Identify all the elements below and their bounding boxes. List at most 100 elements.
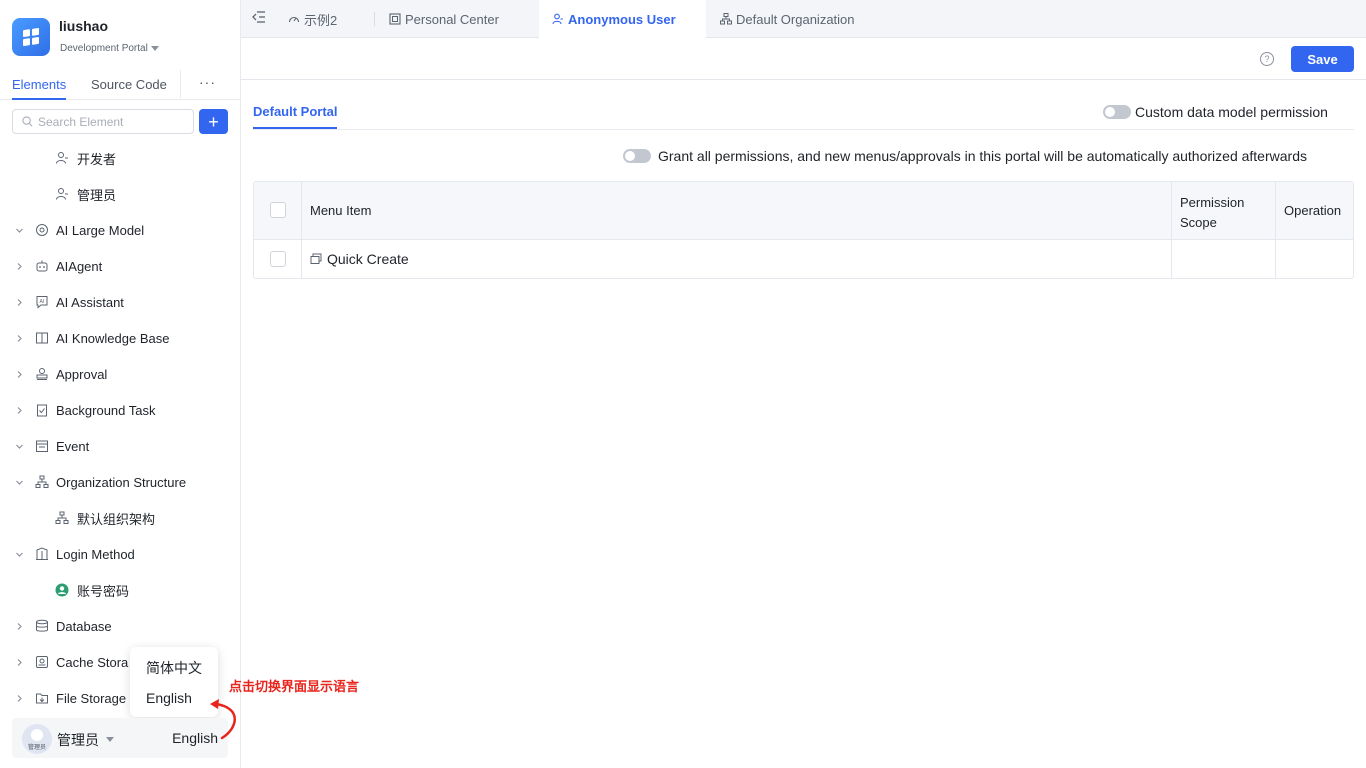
- chevron-down-icon[interactable]: [14, 225, 24, 235]
- user-circle-icon: [55, 583, 69, 597]
- tree-item-login-method[interactable]: Login Method: [0, 536, 240, 572]
- help-icon[interactable]: ?: [1260, 52, 1274, 66]
- robot-icon: [35, 259, 49, 273]
- tree-item-aiagent[interactable]: AIAgent: [0, 248, 240, 284]
- layout-icon: [389, 13, 401, 25]
- tab-default-organization[interactable]: Default Organization: [720, 0, 855, 38]
- column-divider: [301, 182, 302, 278]
- table-row-menu-item[interactable]: Quick Create: [310, 251, 409, 267]
- header-permission-scope: Permission Scope: [1180, 195, 1245, 230]
- collapse-sidebar-icon[interactable]: [252, 11, 266, 23]
- select-all-checkbox[interactable]: [270, 202, 286, 218]
- custom-data-model-permission-label: Custom data model permission: [1135, 104, 1328, 120]
- chevron-right-icon[interactable]: [14, 297, 24, 307]
- language-option-en[interactable]: English: [146, 690, 192, 706]
- tree-item-organization-structure[interactable]: Organization Structure: [0, 464, 240, 500]
- add-element-button[interactable]: +: [199, 109, 228, 134]
- tab-label: Default Organization: [736, 11, 855, 27]
- tab-label: Anonymous User: [568, 11, 676, 27]
- grant-all-permissions-label: Grant all permissions, and new menus/app…: [658, 148, 1307, 164]
- app-name: liushao: [59, 18, 109, 34]
- ai-model-icon: [35, 223, 49, 237]
- user-caret-down-icon[interactable]: [106, 737, 114, 742]
- avatar-caption: 管理员: [27, 745, 46, 751]
- save-button[interactable]: Save: [1291, 46, 1354, 72]
- chevron-right-icon[interactable]: [14, 657, 24, 667]
- avatar[interactable]: 管理员: [22, 724, 52, 754]
- tree-item-background-task[interactable]: Background Task: [0, 392, 240, 428]
- user-bar: 管理员 管理员 English: [12, 718, 228, 758]
- tree-item-approval[interactable]: Approval: [0, 356, 240, 392]
- tab-divider: [180, 70, 181, 98]
- sidebar-tabs: Elements Source Code ···: [0, 68, 241, 100]
- tree-item-node[interactable]: 默认组织架构: [0, 500, 240, 536]
- tab-default-portal[interactable]: Default Portal: [253, 104, 338, 119]
- chevron-right-icon[interactable]: [14, 369, 24, 379]
- tree-item-ai-knowledge-base[interactable]: AI Knowledge Base: [0, 320, 240, 356]
- grant-all-permissions-toggle[interactable]: [623, 149, 651, 163]
- app-logo: [12, 18, 50, 56]
- window-icon: [310, 253, 322, 264]
- chevron-right-icon[interactable]: [14, 333, 24, 343]
- tab-label: Personal Center: [405, 11, 499, 27]
- event-icon: [35, 439, 49, 453]
- header-menu-item: Menu Item: [310, 203, 372, 218]
- tree-item-database[interactable]: Database: [0, 608, 240, 644]
- tree-item-label: Login Method: [56, 546, 135, 562]
- tabs-divider: [253, 129, 1354, 130]
- chevron-right-icon[interactable]: [14, 405, 24, 415]
- tab-label: 示例2: [304, 12, 338, 28]
- menu-item-label: Quick Create: [327, 251, 409, 267]
- search-element-box[interactable]: [12, 109, 194, 134]
- tree-item-label: AI Assistant: [56, 294, 124, 310]
- search-input[interactable]: [38, 114, 183, 129]
- chevron-down-icon[interactable]: [14, 477, 24, 487]
- permission-table: Menu Item Permission Scope Operation Qui…: [253, 181, 1354, 279]
- tree-item-event[interactable]: Event: [0, 428, 240, 464]
- tree-item-label: Background Task: [56, 402, 156, 418]
- chevron-down-icon[interactable]: [14, 549, 24, 559]
- tab-anonymous-user[interactable]: Anonymous User: [539, 0, 706, 38]
- tree-item-label: 开发者: [77, 151, 117, 167]
- tab-personal-center[interactable]: Personal Center: [389, 0, 499, 38]
- login-icon: [35, 547, 49, 561]
- more-options-icon[interactable]: ···: [199, 74, 216, 90]
- custom-data-model-permission-toggle[interactable]: [1103, 105, 1131, 119]
- chevron-right-icon[interactable]: [14, 693, 24, 703]
- tree-item-ai-large-model[interactable]: AI Large Model: [0, 212, 240, 248]
- chevron-down-icon[interactable]: [14, 441, 24, 451]
- file-storage-icon: [35, 691, 49, 705]
- dashboard-icon: [288, 16, 300, 23]
- tree-item-label: Event: [56, 438, 90, 454]
- search-icon: [22, 116, 33, 127]
- column-divider: [1171, 182, 1172, 278]
- tree-item-label: 默认组织架构: [77, 511, 156, 527]
- tree-item-label: Cache Stora: [56, 654, 129, 670]
- row-checkbox[interactable]: [270, 251, 286, 267]
- tree-item-node[interactable]: 管理员: [0, 176, 240, 212]
- language-option-zh[interactable]: 简体中文: [146, 658, 202, 678]
- org-icon: [720, 13, 732, 25]
- tab-shili2[interactable]: 示例2: [288, 0, 337, 38]
- tab-source-code[interactable]: Source Code: [91, 77, 167, 92]
- user-name[interactable]: 管理员: [57, 730, 99, 750]
- portal-selector[interactable]: Development Portal: [60, 43, 159, 54]
- tree-item-label: AI Knowledge Base: [56, 330, 170, 346]
- svg-text:AI: AI: [40, 299, 45, 305]
- tree-item-node[interactable]: 开发者: [0, 140, 240, 176]
- page-toolbar: ? Save: [241, 38, 1366, 80]
- sidebar: liushao Development Portal Elements Sour…: [0, 0, 241, 768]
- role-icon: [55, 151, 69, 165]
- tree-item-node[interactable]: 账号密码: [0, 572, 240, 608]
- tree-item-label: 账号密码: [77, 583, 130, 599]
- page-tabs-bar: 示例2 Personal Center Anonymous User Defau…: [241, 0, 1366, 38]
- tab-elements[interactable]: Elements: [12, 77, 67, 100]
- tab-divider: [374, 12, 375, 26]
- tree-item-label: Organization Structure: [56, 474, 187, 490]
- chevron-right-icon[interactable]: [14, 621, 24, 631]
- chevron-right-icon[interactable]: [14, 261, 24, 271]
- tree-item-ai-assistant[interactable]: AI AI Assistant: [0, 284, 240, 320]
- column-divider: [1275, 182, 1276, 278]
- cache-icon: [35, 655, 49, 669]
- ai-assistant-icon: AI: [35, 295, 49, 309]
